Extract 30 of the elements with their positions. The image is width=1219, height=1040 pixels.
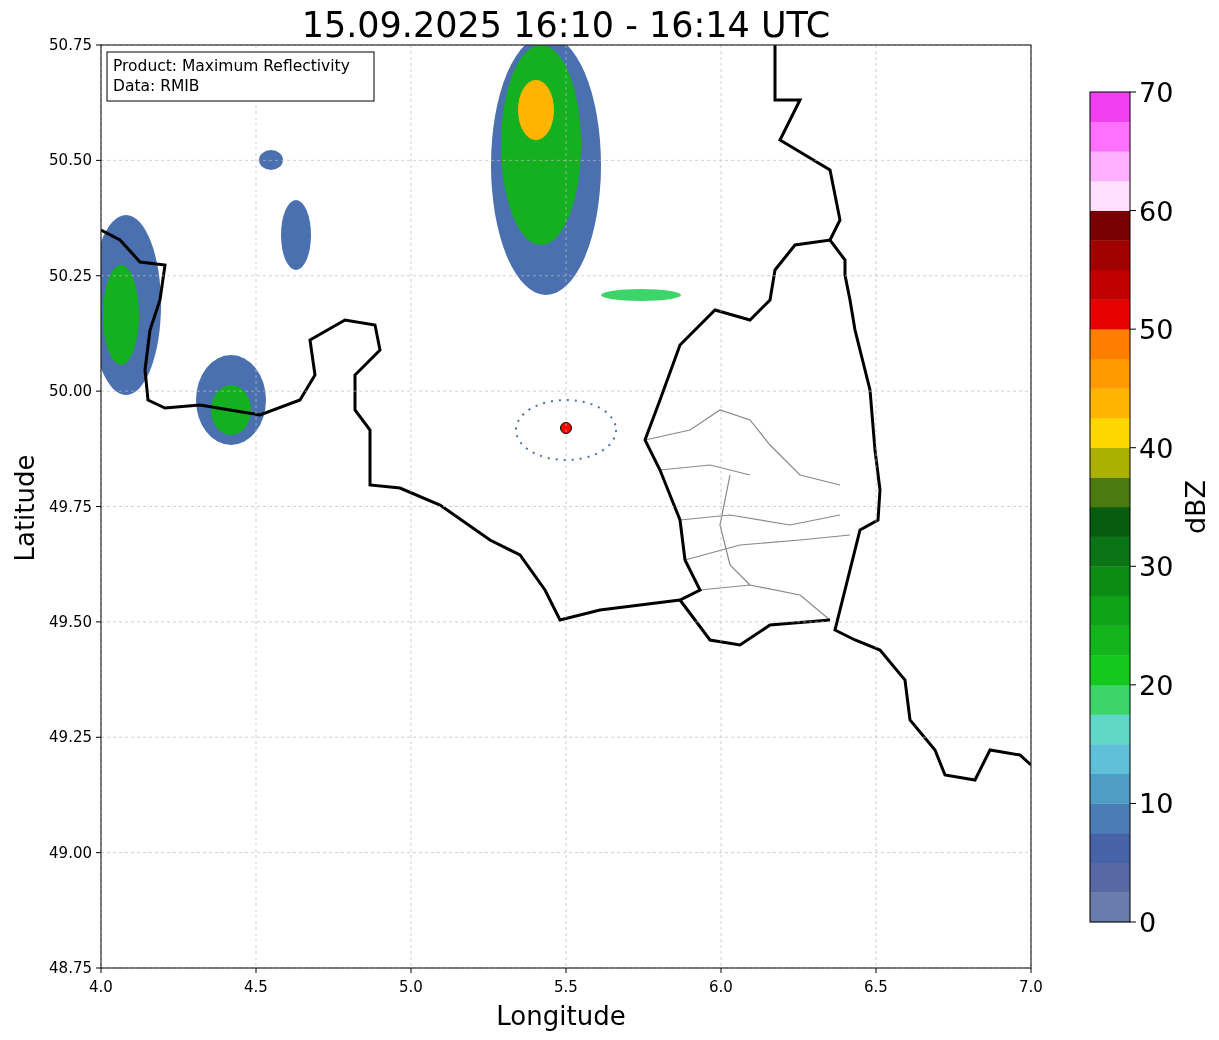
axis-tick-label: 49.50 — [49, 612, 92, 631]
colorbar-tick-label: 60 — [1139, 195, 1174, 227]
colorbar-tick-label: 30 — [1139, 551, 1174, 583]
chart-title: 15.09.2025 16:10 - 16:14 UTC — [301, 5, 831, 45]
axis-tick-label: 6.5 — [864, 978, 888, 996]
axis-tick-label: 7.0 — [1019, 978, 1043, 996]
axis-tick-label: 49.00 — [49, 843, 92, 862]
axis-tick-label: 4.5 — [244, 978, 268, 996]
colorbar-tick-label: 10 — [1139, 788, 1174, 820]
legend-text: Product: Maximum Reflectivity — [113, 57, 350, 75]
axis-tick-label: 48.75 — [49, 959, 92, 977]
colorbar-tick-label: 50 — [1139, 314, 1174, 346]
axis-tick-label: 5.0 — [399, 978, 423, 996]
axis-tick-label: 50.00 — [49, 382, 92, 401]
colorbar-tick-label: 70 — [1139, 77, 1174, 108]
axis-tick-label: 50.50 — [49, 151, 92, 170]
axis-tick-label: 49.25 — [49, 728, 92, 747]
axis-tick-label: 5.5 — [554, 978, 578, 996]
colorbar-tick-label: 20 — [1139, 669, 1174, 701]
axis-tick-label: 50.75 — [49, 36, 92, 54]
legend-text: Data: RMIB — [113, 77, 200, 95]
y-axis-label: Latitude — [10, 454, 40, 562]
axis-tick-label: 4.0 — [89, 978, 113, 996]
axis-tick-label: 50.25 — [49, 266, 92, 285]
colorbar-label: dBZ — [1180, 479, 1211, 535]
axis-tick-label: 6.0 — [709, 978, 733, 996]
axis-tick-label: 49.75 — [49, 497, 92, 516]
x-axis-label: Longitude — [496, 1001, 626, 1031]
colorbar-tick-label: 40 — [1139, 432, 1174, 464]
colorbar-tick-label: 0 — [1139, 907, 1157, 938]
